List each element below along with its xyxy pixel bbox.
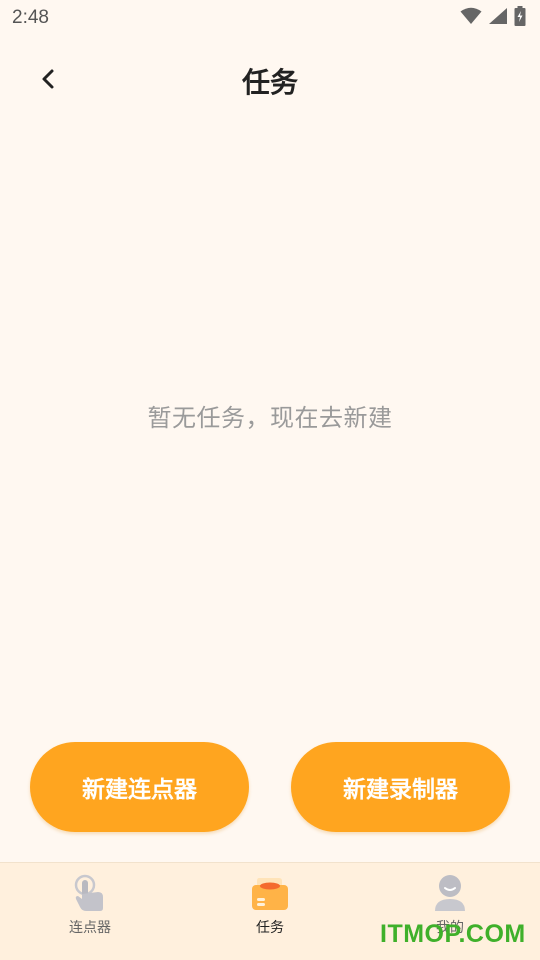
empty-state-message: 暂无任务，现在去新建 — [147, 404, 393, 432]
new-recorder-button[interactable]: 新建录制器 — [291, 742, 510, 832]
status-time: 2:48 — [12, 7, 49, 28]
nav-item-tasks[interactable]: 任务 — [180, 863, 360, 960]
signal-icon — [488, 7, 508, 29]
status-icons — [460, 6, 526, 30]
nav-item-clicker[interactable]: 连点器 — [0, 863, 180, 960]
header: 任务 — [0, 52, 540, 110]
nav-label-tasks: 任务 — [256, 920, 284, 936]
tap-hand-icon — [70, 873, 110, 913]
status-bar: 2:48 — [0, 0, 540, 36]
chevron-left-icon — [40, 68, 56, 94]
new-clicker-button[interactable]: 新建连点器 — [30, 742, 249, 832]
watermark-logo: ITMOP.COM — [380, 920, 526, 948]
wifi-icon — [460, 7, 482, 29]
back-button[interactable] — [28, 61, 68, 101]
user-profile-icon — [430, 873, 470, 913]
nav-label-clicker: 连点器 — [69, 920, 111, 936]
page-title: 任务 — [241, 66, 298, 99]
battery-charging-icon — [514, 6, 526, 30]
task-folder-icon — [250, 873, 290, 913]
